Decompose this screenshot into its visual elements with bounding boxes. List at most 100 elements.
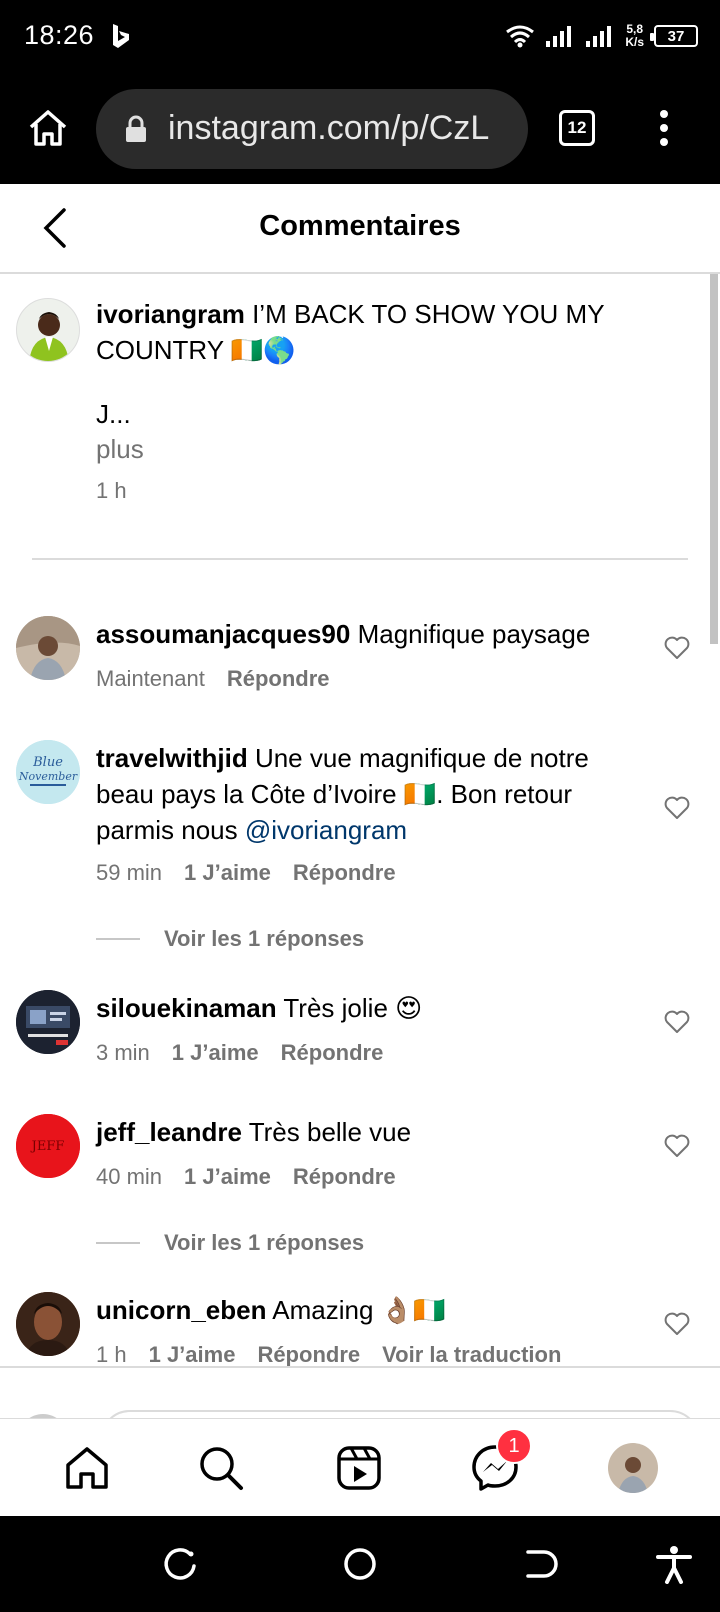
mention-link[interactable]: @ivoriangram xyxy=(245,815,407,845)
reply-button[interactable]: Répondre xyxy=(293,1164,396,1189)
comment-username[interactable]: jeff_leandre xyxy=(96,1117,242,1147)
address-bar[interactable]: instagram.com/p/CzL xyxy=(96,89,528,169)
comment-time: 3 min xyxy=(96,1040,150,1065)
view-replies-label: Voir les 1 réponses xyxy=(164,1230,365,1255)
comment-meta: 1 h 1 J’aime Répondre Voir la traduction xyxy=(96,1342,583,1368)
recents-icon[interactable] xyxy=(160,1544,200,1584)
logo-text-november: November xyxy=(18,770,78,783)
profile-photo xyxy=(608,1443,658,1493)
replies-line xyxy=(96,938,140,940)
comment-time: Maintenant xyxy=(96,666,205,691)
home-button-icon[interactable] xyxy=(340,1544,380,1584)
page-title: Commentaires xyxy=(259,210,461,242)
status-bar: 18:26 5,8 K/s 37 xyxy=(0,0,720,72)
browser-menu-icon[interactable] xyxy=(654,106,674,150)
system-nav-bar xyxy=(0,1516,720,1612)
blue-november-logo: Blue November xyxy=(16,740,80,804)
browser-toolbar: instagram.com/p/CzL 12 xyxy=(0,72,720,184)
avatar-silouekinaman[interactable] xyxy=(16,990,80,1054)
jeff-logo: JEFF xyxy=(16,1114,80,1178)
caption-time: 1 h xyxy=(96,478,127,503)
comments-header: Commentaires xyxy=(0,184,720,274)
caption-continued: J... xyxy=(96,399,131,429)
caption-divider xyxy=(32,558,688,560)
battery-indicator: 37 xyxy=(650,25,698,47)
view-replies-label: Voir les 1 réponses xyxy=(164,926,365,951)
bing-icon xyxy=(113,24,129,48)
lock-icon xyxy=(126,115,146,142)
bottom-nav xyxy=(0,1418,720,1516)
heart-icon[interactable] xyxy=(664,636,690,660)
heart-icon[interactable] xyxy=(664,796,690,820)
status-indicators: 5,8 K/s 37 xyxy=(505,18,698,54)
search-icon[interactable] xyxy=(196,1443,246,1493)
comment-body: Amazing 👌🏽🇨🇮 xyxy=(272,1295,446,1325)
comment-body: Très jolie 😍 xyxy=(283,993,423,1023)
comment-time: 40 min xyxy=(96,1164,163,1189)
comment-time: 59 min xyxy=(96,860,163,885)
wifi-icon xyxy=(506,25,535,48)
signal-icon-2 xyxy=(586,26,612,47)
back-button-icon[interactable] xyxy=(520,1544,560,1584)
comment-meta: Maintenant Répondre xyxy=(96,666,352,692)
status-time: 18:26 xyxy=(24,20,95,50)
heart-icon[interactable] xyxy=(664,1312,690,1336)
avatar-assoumanjacques90[interactable] xyxy=(16,616,80,680)
comment-text: assoumanjacques90 Magnifique paysage xyxy=(96,616,636,652)
avatar-jeff_leandre[interactable]: JEFF xyxy=(16,1114,80,1178)
comment-username[interactable]: unicorn_eben xyxy=(96,1295,266,1325)
comment-body: Très belle vue xyxy=(248,1117,412,1147)
reply-button[interactable]: Répondre xyxy=(293,860,396,885)
reply-button[interactable]: Répondre xyxy=(281,1040,384,1065)
browser-home-icon[interactable] xyxy=(26,106,70,150)
comment-meta: 40 min 1 J’aime Répondre xyxy=(96,1164,418,1190)
likes-count[interactable]: 1 J’aime xyxy=(149,1342,236,1367)
reply-button[interactable]: Répondre xyxy=(257,1342,360,1367)
likes-count[interactable]: 1 J’aime xyxy=(184,1164,271,1189)
comment-meta: 3 min 1 J’aime Répondre xyxy=(96,1040,405,1066)
messages-badge: 1 xyxy=(496,1428,532,1464)
comment-text: unicorn_eben Amazing 👌🏽🇨🇮 xyxy=(96,1292,636,1328)
comment-username[interactable]: silouekinaman xyxy=(96,993,277,1023)
comment-input-area xyxy=(0,1366,720,1418)
person-illustration xyxy=(17,299,79,361)
comment-username[interactable]: assoumanjacques90 xyxy=(96,619,350,649)
likes-count[interactable]: 1 J’aime xyxy=(172,1040,259,1065)
caption-more-link[interactable]: plus xyxy=(96,431,636,467)
comment-meta: 59 min 1 J’aime Répondre xyxy=(96,860,418,886)
logo-text-blue: Blue xyxy=(32,755,63,770)
comment-text: jeff_leandre Très belle vue xyxy=(96,1114,636,1150)
reels-icon[interactable] xyxy=(334,1443,384,1493)
comment-time: 1 h xyxy=(96,1342,127,1367)
reply-button[interactable]: Répondre xyxy=(227,666,330,691)
avatar-travelwithjid[interactable]: Blue November xyxy=(16,740,80,804)
comment-text: silouekinaman Très jolie 😍 xyxy=(96,990,636,1026)
tab-switcher-button[interactable]: 12 xyxy=(559,110,595,146)
replies-line xyxy=(96,1242,140,1244)
comment-username[interactable]: travelwithjid xyxy=(96,743,248,773)
signal-icon-1 xyxy=(546,26,572,47)
scrollbar[interactable] xyxy=(710,274,718,644)
accessibility-icon[interactable] xyxy=(654,1544,694,1584)
profile-avatar[interactable] xyxy=(608,1443,658,1493)
comment-body: Magnifique paysage xyxy=(357,619,591,649)
avatar-unicorn_eben[interactable] xyxy=(16,1292,80,1356)
logo-text: JEFF xyxy=(30,1139,65,1154)
heart-icon[interactable] xyxy=(664,1010,690,1034)
network-speed: 5,8 K/s xyxy=(625,23,644,49)
person-photo xyxy=(16,616,80,680)
avatar-ivoriangram[interactable] xyxy=(16,298,80,362)
view-replies-button[interactable]: Voir les 1 réponses xyxy=(96,926,364,952)
caption-username[interactable]: ivoriangram xyxy=(96,299,245,329)
url-text: instagram.com/p/CzL xyxy=(168,109,490,147)
likes-count[interactable]: 1 J’aime xyxy=(184,860,271,885)
speed-unit: K/s xyxy=(625,35,644,49)
person-photo xyxy=(16,1292,80,1356)
flyer-image xyxy=(16,990,80,1054)
translate-button[interactable]: Voir la traduction xyxy=(382,1342,561,1367)
view-replies-button[interactable]: Voir les 1 réponses xyxy=(96,1230,364,1256)
heart-icon[interactable] xyxy=(664,1134,690,1158)
caption-text: ivoriangram I’M BACK TO SHOW YOU MY COUN… xyxy=(96,296,656,368)
home-icon[interactable] xyxy=(62,1443,112,1493)
comment-input[interactable] xyxy=(100,1410,700,1418)
